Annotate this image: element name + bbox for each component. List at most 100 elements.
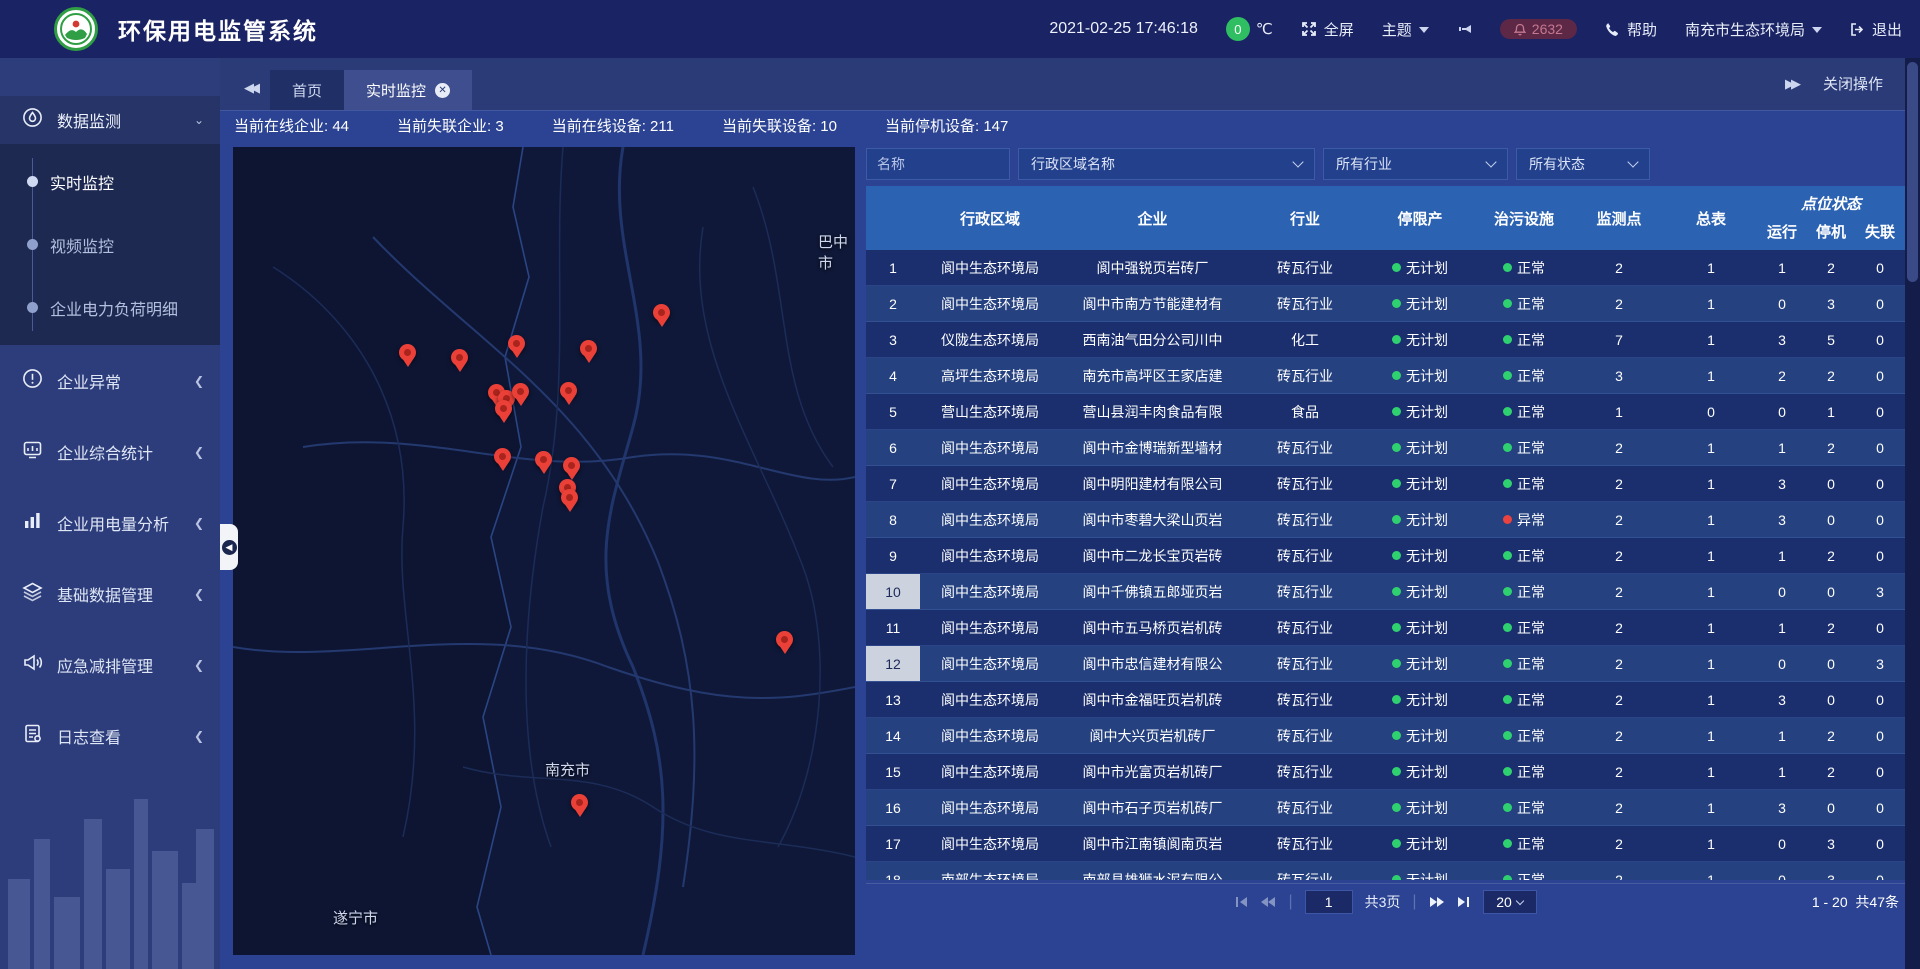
scrollbar-thumb[interactable] bbox=[1907, 62, 1918, 282]
table-row[interactable]: 10阆中生态环境局阆中千佛镇五郎垭页岩砖瓦行业无计划正常21003 bbox=[866, 574, 1905, 610]
map-pin[interactable] bbox=[535, 451, 552, 468]
page-scrollbar[interactable] bbox=[1905, 58, 1920, 969]
industry-cell: 砖瓦行业 bbox=[1245, 826, 1365, 861]
prev-page-button[interactable] bbox=[1260, 896, 1276, 908]
page-size-select[interactable]: 20 bbox=[1483, 890, 1537, 914]
status-dot-icon bbox=[1392, 299, 1401, 308]
region-cell: 阆中生态环境局 bbox=[920, 610, 1060, 645]
map-canvas[interactable]: 巴中市南充市遂宁市 bbox=[233, 147, 855, 955]
sidebar-item-base-data-management[interactable]: 基础数据管理❮ bbox=[0, 558, 220, 629]
map-pin[interactable] bbox=[512, 383, 529, 400]
meter-count-cell: 1 bbox=[1665, 538, 1757, 573]
tab-close-icon[interactable]: ✕ bbox=[435, 83, 450, 98]
map-pin[interactable] bbox=[560, 382, 577, 399]
map-pin[interactable] bbox=[508, 335, 525, 352]
run-count-cell: 0 bbox=[1757, 646, 1807, 681]
map-pin[interactable] bbox=[776, 631, 793, 648]
tab-realtime-monitor[interactable]: 实时监控 ✕ bbox=[344, 70, 472, 110]
map-pin[interactable] bbox=[571, 794, 588, 811]
lost-count-cell: 0 bbox=[1855, 502, 1905, 537]
map-pin[interactable] bbox=[451, 349, 468, 366]
last-page-button[interactable] bbox=[1457, 896, 1471, 908]
page-number-input[interactable] bbox=[1305, 890, 1353, 914]
status-cell: 无计划 bbox=[1365, 646, 1475, 681]
table-row[interactable]: 11阆中生态环境局阆中市五马桥页岩机砖砖瓦行业无计划正常21120 bbox=[866, 610, 1905, 646]
industry-cell: 砖瓦行业 bbox=[1245, 430, 1365, 465]
industry-cell: 食品 bbox=[1245, 394, 1365, 429]
logout-button[interactable]: 退出 bbox=[1850, 19, 1902, 40]
name-search-input[interactable] bbox=[866, 148, 1010, 180]
sidebar-item-log-view[interactable]: 日志查看❮ bbox=[0, 700, 220, 771]
tab-home[interactable]: 首页 bbox=[270, 70, 344, 110]
status-cell: 正常 bbox=[1475, 790, 1573, 825]
meter-count-cell: 1 bbox=[1665, 682, 1757, 717]
sidebar-item-enterprise-abnormal[interactable]: 企业异常❮ bbox=[0, 345, 220, 416]
meter-count-cell: 1 bbox=[1665, 754, 1757, 789]
table-row[interactable]: 1阆中生态环境局阆中强锐页岩砖厂砖瓦行业无计划正常21120 bbox=[866, 250, 1905, 286]
map-pin[interactable] bbox=[494, 448, 511, 465]
status-dot-icon bbox=[1392, 479, 1401, 488]
sidebar-item-label: 企业综合统计 bbox=[57, 440, 153, 464]
table-row[interactable]: 2阆中生态环境局阆中市南方节能建材有砖瓦行业无计划正常21030 bbox=[866, 286, 1905, 322]
status-dot-icon bbox=[1503, 875, 1512, 880]
sidebar-subitem-realtime-monitor[interactable]: 实时监控 bbox=[0, 150, 220, 213]
sidebar-subitem-video-monitor[interactable]: 视频监控 bbox=[0, 213, 220, 276]
table-row[interactable]: 6阆中生态环境局阆中市金博瑞新型墙材砖瓦行业无计划正常21120 bbox=[866, 430, 1905, 466]
status-cell: 正常 bbox=[1475, 286, 1573, 321]
table-row[interactable]: 3仪陇生态环境局西南油气田分公司川中化工无计划正常71350 bbox=[866, 322, 1905, 358]
table-row[interactable]: 5营山生态环境局营山县润丰肉食品有限食品无计划正常10010 bbox=[866, 394, 1905, 430]
notification-badge[interactable]: 2632 bbox=[1500, 19, 1577, 39]
chevron-down-icon bbox=[1516, 896, 1524, 904]
industry-select[interactable]: 所有行业 bbox=[1323, 148, 1508, 180]
fullscreen-button[interactable]: 全屏 bbox=[1301, 19, 1354, 40]
table-row[interactable]: 9阆中生态环境局阆中市二龙长宝页岩砖砖瓦行业无计划正常21120 bbox=[866, 538, 1905, 574]
mute-button[interactable] bbox=[1457, 22, 1472, 36]
sidebar-item-enterprise-statistics[interactable]: 企业综合统计❮ bbox=[0, 416, 220, 487]
table-row[interactable]: 17阆中生态环境局阆中市江南镇阆南页岩砖瓦行业无计划正常21030 bbox=[866, 826, 1905, 862]
chevron-down-icon bbox=[1627, 156, 1638, 167]
row-index: 7 bbox=[866, 466, 920, 501]
status-dot-icon bbox=[1503, 407, 1512, 416]
theme-dropdown[interactable]: 主题 bbox=[1382, 19, 1429, 40]
row-index: 13 bbox=[866, 682, 920, 717]
table-row[interactable]: 12阆中生态环境局阆中市忠信建材有限公砖瓦行业无计划正常21003 bbox=[866, 646, 1905, 682]
sidebar-item-emergency-reduction[interactable]: 应急减排管理❮ bbox=[0, 629, 220, 700]
close-operations-button[interactable]: 关闭操作 bbox=[1823, 73, 1883, 94]
monitor-count-cell: 2 bbox=[1573, 682, 1665, 717]
status-dot-icon bbox=[1392, 443, 1401, 452]
map-pin[interactable] bbox=[495, 400, 512, 417]
sidebar-item-data-monitoring[interactable]: 数据监测⌄ bbox=[0, 96, 220, 144]
map-pin[interactable] bbox=[399, 344, 416, 361]
table-row[interactable]: 18南部生态环境局南部县雄狮水泥有限公砖瓦行业无计划正常21030 bbox=[866, 862, 1905, 880]
region-select[interactable]: 行政区域名称 bbox=[1018, 148, 1315, 180]
first-page-button[interactable] bbox=[1234, 896, 1248, 908]
row-index: 16 bbox=[866, 790, 920, 825]
table-row[interactable]: 14阆中生态环境局阆中大兴页岩机砖厂砖瓦行业无计划正常21120 bbox=[866, 718, 1905, 754]
status-select[interactable]: 所有状态 bbox=[1516, 148, 1650, 180]
map-pin[interactable] bbox=[563, 457, 580, 474]
sidebar-subitem-power-load-detail[interactable]: 企业电力负荷明细 bbox=[0, 276, 220, 339]
table-row[interactable]: 16阆中生态环境局阆中市石子页岩机砖厂砖瓦行业无计划正常21300 bbox=[866, 790, 1905, 826]
fullscreen-icon bbox=[1301, 21, 1317, 37]
map-pin[interactable] bbox=[561, 489, 578, 506]
table-row[interactable]: 7阆中生态环境局阆中明阳建材有限公司砖瓦行业无计划正常21300 bbox=[866, 466, 1905, 502]
table-row[interactable]: 13阆中生态环境局阆中市金福旺页岩机砖砖瓦行业无计划正常21300 bbox=[866, 682, 1905, 718]
sidebar-collapse-handle[interactable]: ◀ bbox=[220, 524, 238, 570]
help-button[interactable]: 帮助 bbox=[1605, 19, 1657, 40]
next-page-button[interactable] bbox=[1429, 896, 1445, 908]
map-pin[interactable] bbox=[580, 340, 597, 357]
row-index: 6 bbox=[866, 430, 920, 465]
map-pin[interactable] bbox=[653, 304, 670, 321]
organization-dropdown[interactable]: 南充市生态环境局 bbox=[1685, 19, 1822, 40]
tabs-scroll-right-button[interactable]: ▶▶ bbox=[1785, 76, 1797, 92]
sidebar-item-power-usage-analysis[interactable]: 企业用电量分析❮ bbox=[0, 487, 220, 558]
company-cell: 西南油气田分公司川中 bbox=[1060, 322, 1245, 357]
sidebar-item-label: 日志查看 bbox=[57, 724, 121, 748]
status-dot-icon bbox=[1503, 659, 1512, 668]
table-row[interactable]: 15阆中生态环境局阆中市光富页岩机砖厂砖瓦行业无计划正常21120 bbox=[866, 754, 1905, 790]
tabs-scroll-left-button[interactable]: ◀◀ bbox=[244, 80, 256, 96]
table-row[interactable]: 8阆中生态环境局阆中市枣碧大梁山页岩砖瓦行业无计划异常21300 bbox=[866, 502, 1905, 538]
bullet-dot-icon bbox=[27, 302, 38, 313]
table-row[interactable]: 4高坪生态环境局南充市高坪区王家店建砖瓦行业无计划正常31220 bbox=[866, 358, 1905, 394]
industry-cell: 砖瓦行业 bbox=[1245, 538, 1365, 573]
